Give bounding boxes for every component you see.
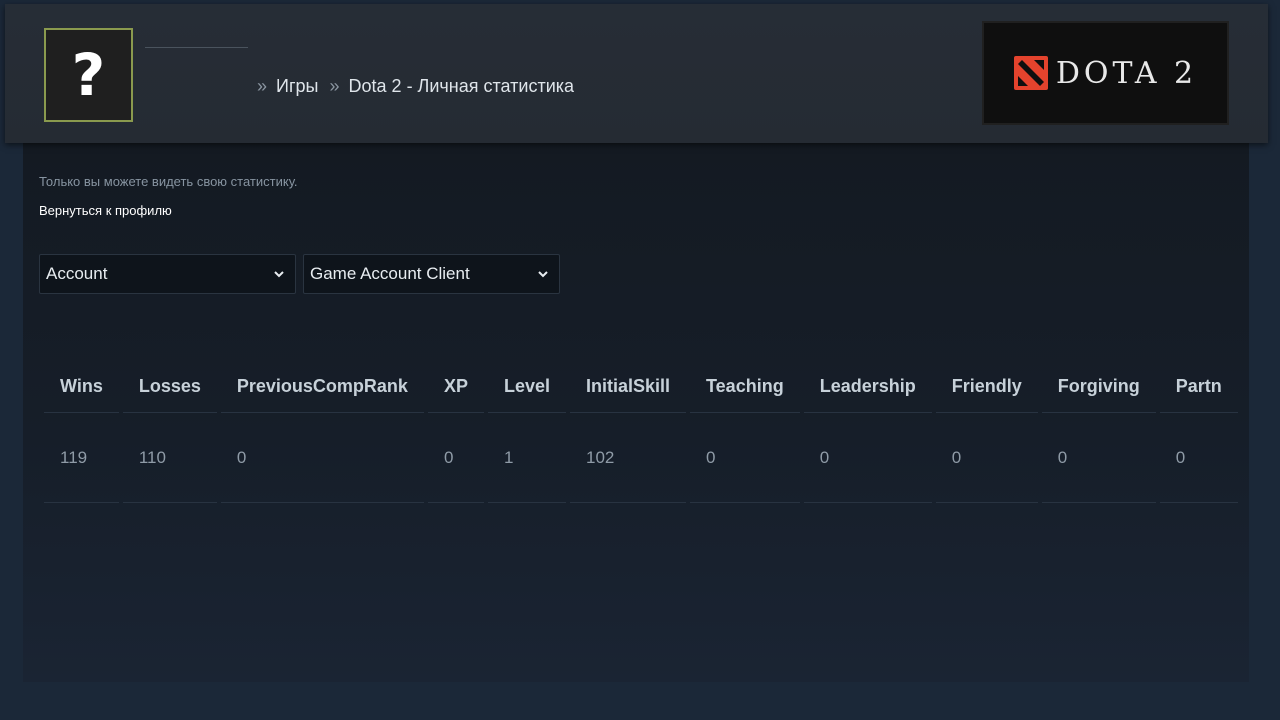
avatar[interactable]: ? (44, 28, 133, 122)
profile-name-divider (145, 47, 248, 48)
table-cell: 119 (44, 413, 119, 503)
subcategory-select-value: Game Account Client (310, 264, 470, 283)
stats-table: Wins Losses PreviousCompRank XP Level In… (40, 360, 1242, 503)
dota2-game-logo[interactable]: DOTA 2 (982, 21, 1229, 125)
privacy-note: Только вы можете видеть свою статистику. (39, 174, 298, 189)
column-header: XP (427, 360, 484, 413)
table-header-row: Wins Losses PreviousCompRank XP Level In… (44, 360, 1238, 413)
category-select-value: Account (46, 264, 108, 283)
dota2-emblem-icon (1013, 56, 1048, 90)
column-header: InitialSkill (569, 360, 687, 413)
page: Только вы можете видеть свою статистику.… (0, 0, 1280, 720)
chevron-down-icon (274, 271, 284, 278)
game-logo-text: DOTA 2 (1055, 55, 1198, 91)
chevron-down-icon (538, 271, 548, 278)
column-header: Wins (44, 360, 119, 413)
column-header: Friendly (935, 360, 1038, 413)
breadcrumb-dota2-stats-link[interactable]: Dota 2 - Личная статистика (349, 76, 575, 96)
table-cell: 0 (690, 413, 800, 503)
column-header: Leadership (803, 360, 932, 413)
column-header: PreviousCompRank (220, 360, 424, 413)
game-logo-content: DOTA 2 (1013, 55, 1198, 91)
column-header: Level (487, 360, 566, 413)
profile-header: ? » Игры » Dota 2 - Личная статистика DO… (5, 4, 1268, 143)
breadcrumb-separator: » (257, 76, 268, 96)
column-header: Teaching (690, 360, 800, 413)
table-cell: 0 (935, 413, 1038, 503)
column-header: Partn (1159, 360, 1238, 413)
back-to-profile-link[interactable]: Вернуться к профилю (39, 203, 172, 218)
table-cell: 0 (1041, 413, 1156, 503)
table-cell: 0 (803, 413, 932, 503)
column-header: Forgiving (1041, 360, 1156, 413)
table-cell: 0 (1159, 413, 1238, 503)
subcategory-select[interactable]: Game Account Client (303, 254, 560, 294)
content-panel: Только вы можете видеть свою статистику.… (23, 140, 1249, 682)
table-cell: 0 (220, 413, 424, 503)
table-cell: 110 (122, 413, 217, 503)
table-row: 119 110 0 0 1 102 0 0 0 0 0 (44, 413, 1238, 503)
breadcrumb-games-link[interactable]: Игры (276, 76, 318, 96)
table-cell: 102 (569, 413, 687, 503)
column-header: Losses (122, 360, 217, 413)
avatar-placeholder-glyph: ? (71, 41, 106, 109)
breadcrumb-separator: » (329, 76, 340, 96)
breadcrumb: » Игры » Dota 2 - Личная статистика (257, 76, 580, 97)
table-cell: 0 (427, 413, 484, 503)
category-select[interactable]: Account (39, 254, 296, 294)
table-cell: 1 (487, 413, 566, 503)
